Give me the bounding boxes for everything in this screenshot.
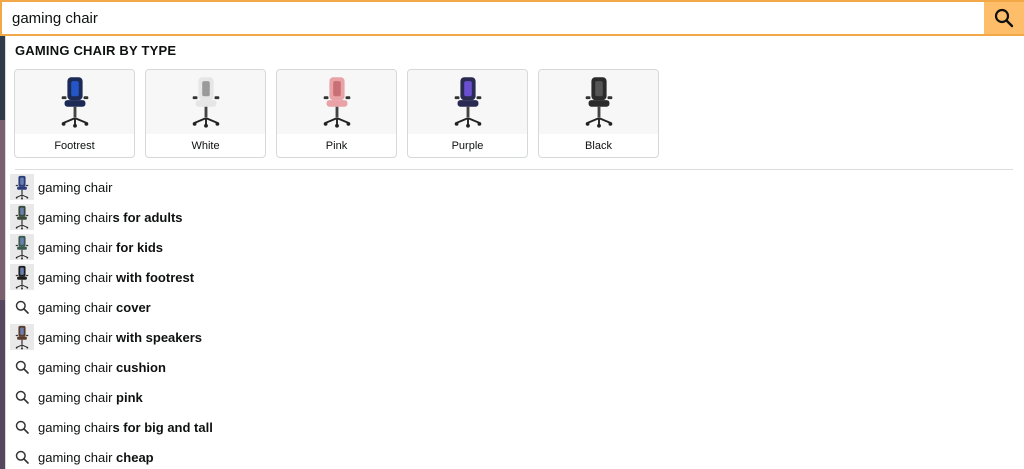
search-icon xyxy=(9,384,35,410)
type-card-purple[interactable]: Purple xyxy=(407,69,528,158)
chair-icon xyxy=(454,77,481,128)
divider xyxy=(15,169,1013,170)
search-bar xyxy=(0,0,1024,36)
suggestion-completion: with speakers xyxy=(112,329,203,345)
type-card-pink[interactable]: Pink xyxy=(276,69,397,158)
type-card-white[interactable]: White xyxy=(145,69,266,158)
suggestion-prefix: gaming chair xyxy=(38,269,113,285)
suggestion-completion: cheap xyxy=(112,449,154,465)
suggestion-item[interactable]: gaming chair cover xyxy=(6,292,1024,322)
suggestion-prefix: gaming chair xyxy=(38,449,113,465)
suggestion-completion: cushion xyxy=(112,359,166,375)
type-card-label: Footrest xyxy=(54,140,95,152)
suggestion-item[interactable]: gaming chairs for big and tall xyxy=(6,412,1024,442)
suggestion-text: gaming chair cheap xyxy=(38,450,154,465)
suggestion-text: gaming chair for kids xyxy=(38,240,163,255)
type-card-footrest[interactable]: Footrest xyxy=(14,69,135,158)
suggestion-text: gaming chair cushion xyxy=(38,360,166,375)
type-card-label: Black xyxy=(585,140,612,152)
type-card-black[interactable]: Black xyxy=(538,69,659,158)
chair-icon xyxy=(585,77,612,128)
chair-image xyxy=(15,70,134,134)
suggestion-completion: cover xyxy=(112,299,151,315)
search-suggestions-dropdown: GAMING CHAIR BY TYPE Footrest White Pink Pu… xyxy=(5,36,1024,469)
suggestion-thumbnail xyxy=(10,204,34,230)
search-button[interactable] xyxy=(984,2,1024,34)
suggestion-item[interactable]: gaming chair cheap xyxy=(6,442,1024,469)
suggestion-text: gaming chairs for big and tall xyxy=(38,420,213,435)
suggestion-item[interactable]: gaming chair for kids xyxy=(6,232,1024,262)
search-icon xyxy=(9,414,35,440)
suggestion-completion: s for big and tall xyxy=(112,419,213,435)
suggestion-text: gaming chair cover xyxy=(38,300,151,315)
search-icon xyxy=(9,444,35,469)
suggestion-prefix: gaming chair xyxy=(38,359,113,375)
chair-image xyxy=(408,70,527,134)
suggestion-prefix: gaming chair xyxy=(38,179,113,195)
suggestion-completion: pink xyxy=(112,389,143,405)
search-icon xyxy=(9,354,35,380)
chair-icon xyxy=(192,77,219,128)
suggestion-item[interactable]: gaming chair xyxy=(6,172,1024,202)
suggestion-completion: for kids xyxy=(112,239,164,255)
suggestion-prefix: gaming chair xyxy=(38,299,113,315)
suggestion-thumbnail xyxy=(10,264,34,290)
suggestion-item[interactable]: gaming chair cushion xyxy=(6,352,1024,382)
suggestion-item[interactable]: gaming chairs for adults xyxy=(6,202,1024,232)
type-card-label: Pink xyxy=(325,140,348,152)
chair-thumbnail-icon xyxy=(9,234,35,260)
suggestion-prefix: gaming chair xyxy=(38,239,113,255)
chair-icon xyxy=(323,77,350,128)
suggestion-prefix: gaming chair xyxy=(38,389,113,405)
type-card-row: Footrest White Pink Purple Black xyxy=(14,69,659,158)
suggestion-text: gaming chair with speakers xyxy=(38,330,202,345)
chair-thumbnail-icon xyxy=(9,264,35,290)
search-input[interactable] xyxy=(2,2,984,34)
suggestion-completion: s for adults xyxy=(112,209,183,225)
chair-image xyxy=(539,70,658,134)
suggestion-prefix: gaming chair xyxy=(38,209,113,225)
chair-thumbnail-icon xyxy=(9,204,35,230)
suggestion-text: gaming chair pink xyxy=(38,390,143,405)
suggestion-text: gaming chairs for adults xyxy=(38,210,183,225)
chair-thumbnail-icon xyxy=(9,174,35,200)
search-icon xyxy=(9,294,35,320)
chair-image xyxy=(146,70,265,134)
suggestion-item[interactable]: gaming chair with footrest xyxy=(6,262,1024,292)
suggestion-thumbnail xyxy=(10,174,34,200)
chair-image xyxy=(277,70,396,134)
suggestion-list: gaming chair gaming chairs for adults gami… xyxy=(6,172,1024,469)
suggestion-thumbnail xyxy=(10,324,34,350)
search-icon xyxy=(994,8,1014,28)
suggestion-text: gaming chair xyxy=(38,180,112,195)
type-card-label: Purple xyxy=(451,140,484,152)
suggestion-item[interactable]: gaming chair pink xyxy=(6,382,1024,412)
chair-icon xyxy=(61,77,88,128)
suggestion-prefix: gaming chair xyxy=(38,419,113,435)
type-card-label: White xyxy=(191,140,220,152)
chair-thumbnail-icon xyxy=(9,324,35,350)
suggestion-completion: with footrest xyxy=(112,269,195,285)
section-title: GAMING CHAIR BY TYPE xyxy=(15,43,177,58)
suggestion-prefix: gaming chair xyxy=(38,329,113,345)
suggestion-text: gaming chair with footrest xyxy=(38,270,194,285)
suggestion-item[interactable]: gaming chair with speakers xyxy=(6,322,1024,352)
suggestion-thumbnail xyxy=(10,234,34,260)
